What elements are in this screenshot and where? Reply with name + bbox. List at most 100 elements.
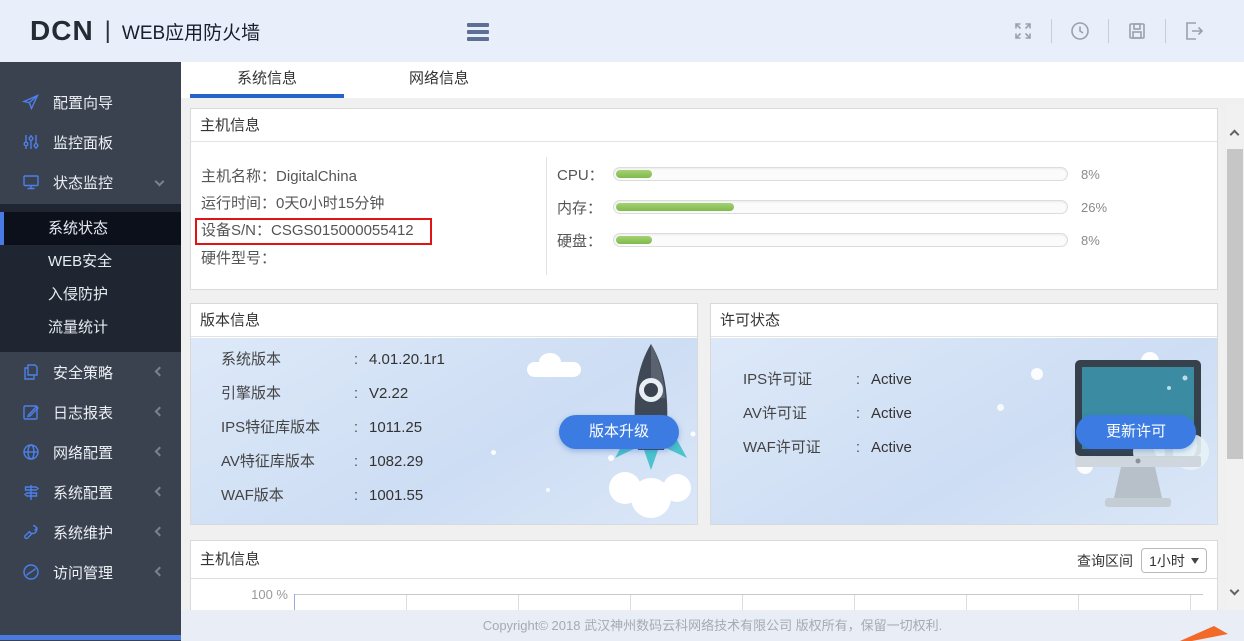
chevron-left-icon <box>155 367 165 377</box>
sidebar-item-log-report[interactable]: 日志报表 <box>0 392 181 432</box>
logout-icon[interactable] <box>1166 20 1222 42</box>
sidebar-item-label: 系统配置 <box>53 482 113 503</box>
sidebar-item-web-security[interactable]: WEB安全 <box>0 245 181 278</box>
sub-item-label: 流量统计 <box>48 319 108 336</box>
chevron-left-icon <box>155 407 165 417</box>
globe-icon <box>22 443 40 461</box>
footer: Copyright© 2018 武汉神州数码云科网络技术有限公司 版权所有，保留… <box>181 610 1244 641</box>
menu-toggle-icon[interactable] <box>467 23 489 44</box>
chevron-down-icon <box>155 177 165 187</box>
sidebar-item-system-maintenance[interactable]: 系统维护 <box>0 512 181 552</box>
decor-dot <box>546 488 550 492</box>
copyright-text: Copyright© 2018 武汉神州数码云科网络技术有限公司 版权所有，保留… <box>483 618 943 633</box>
sidebar-item-traffic-stats[interactable]: 流量统计 <box>0 311 181 344</box>
sidebar-item-security-policy[interactable]: 安全策略 <box>0 352 181 392</box>
version-panel-body: 系统版本:4.01.20.1r1 引擎版本:V2.22 IPS特征库版本:101… <box>191 338 697 524</box>
scroll-down-icon[interactable] <box>1230 586 1240 596</box>
vertical-scrollbar[interactable] <box>1226 105 1244 610</box>
ips-license-row: IPS许可证:Active <box>743 370 912 390</box>
scroll-up-icon[interactable] <box>1230 130 1240 140</box>
license-panel-body: IPS许可证:Active AV许可证:Active WAF许可证:Active… <box>711 338 1217 524</box>
sidebar-item-intrusion-prevention[interactable]: 入侵防护 <box>0 278 181 311</box>
device-sn-highlight-box: 设备S/N：CSGS015000055412 <box>195 218 432 245</box>
memory-progress-bar <box>613 200 1068 214</box>
decor-dot <box>997 404 1004 411</box>
disk-meter-row: 硬盘： 8% <box>557 230 1121 250</box>
tab-system-info[interactable]: 系统信息 <box>190 62 344 98</box>
sidebar-item-label: 访问管理 <box>53 562 113 583</box>
sidebar-item-config-wizard[interactable]: 配置向导 <box>0 82 181 122</box>
header: DCN | WEB应用防火墙 <box>0 0 1244 62</box>
paper-plane-icon <box>22 93 40 111</box>
edit-icon <box>22 403 40 421</box>
logo-separator: | <box>105 17 111 45</box>
sidebar-item-system-status[interactable]: 系统状态 <box>0 212 181 245</box>
sidebar-item-status-monitor[interactable]: 状态监控 <box>0 162 181 202</box>
version-info-panel: 版本信息 系统版本:4.01.20.1r1 引擎版本:V2.2 <box>190 303 698 525</box>
sidebar-bottom-accent <box>0 635 181 640</box>
tab-label: 网络信息 <box>409 70 469 87</box>
sidebar-item-network-config[interactable]: 网络配置 <box>0 432 181 472</box>
sub-item-label: WEB安全 <box>48 253 112 270</box>
page-title: WEB应用防火墙 <box>122 18 260 45</box>
waf-license-row: WAF许可证:Active <box>743 438 912 458</box>
sidebar-item-monitor-panel[interactable]: 监控面板 <box>0 122 181 162</box>
save-icon[interactable] <box>1109 20 1165 42</box>
panel-divider <box>546 157 547 275</box>
host-name-row: 主机名称：DigitalChina <box>201 167 432 187</box>
sidebar-item-label: 监控面板 <box>53 132 113 153</box>
brand: DCN | WEB应用防火墙 <box>30 0 260 62</box>
decor-dot <box>491 450 496 455</box>
cpu-progress-bar <box>613 167 1068 181</box>
chart-top-gridline <box>294 594 1203 595</box>
query-range-label: 查询区间 <box>1077 551 1133 571</box>
clock-icon[interactable] <box>1052 20 1108 42</box>
sidebar-item-label: 系统维护 <box>53 522 113 543</box>
fullscreen-icon[interactable] <box>995 20 1051 42</box>
av-signature-version-row: AV特征库版本:1082.29 <box>221 452 445 472</box>
monitor-icon <box>22 173 40 191</box>
host-fields: 主机名称：DigitalChina 运行时间：0天0小时15分钟 设备S/N：C… <box>201 167 432 276</box>
cpu-meter-row: CPU： 8% <box>557 164 1121 184</box>
panel-title: 主机信息 <box>191 541 1217 579</box>
waf-app-window: DCN | WEB应用防火墙 <box>0 0 1244 641</box>
uptime-row: 运行时间：0天0小时15分钟 <box>201 194 432 214</box>
tab-bar: 系统信息 网络信息 <box>181 62 1244 98</box>
chevron-down-icon <box>1191 558 1199 564</box>
license-status-panel: 许可状态 IPS许可 <box>710 303 1218 525</box>
sidebar-item-label: 网络配置 <box>53 442 113 463</box>
disk-progress-bar <box>613 233 1068 247</box>
sidebar-item-system-config[interactable]: 系统配置 <box>0 472 181 512</box>
cpu-percent: 8% <box>1081 167 1121 182</box>
chart-panel-header: 主机信息 查询区间 1小时 <box>191 541 1217 579</box>
chart-controls: 查询区间 1小时 <box>1077 548 1207 573</box>
block-icon <box>22 563 40 581</box>
version-rows: 系统版本:4.01.20.1r1 引擎版本:V2.22 IPS特征库版本:101… <box>221 350 445 520</box>
orange-ribbon-art <box>1180 626 1228 641</box>
av-license-row: AV许可证:Active <box>743 404 912 424</box>
sidebar-item-label: 配置向导 <box>53 92 113 113</box>
cloud-illustration <box>527 362 581 377</box>
sliders-icon <box>22 133 40 151</box>
range-select-dropdown[interactable]: 1小时 <box>1141 548 1207 573</box>
version-upgrade-button[interactable]: 版本升级 <box>559 415 679 449</box>
chevron-left-icon <box>155 487 165 497</box>
sidebar-item-label: 安全策略 <box>53 362 113 383</box>
sidebar-item-access-management[interactable]: 访问管理 <box>0 552 181 592</box>
disk-percent: 8% <box>1081 233 1121 248</box>
engine-version-row: 引擎版本:V2.22 <box>221 384 445 404</box>
dcn-logo: DCN <box>30 15 94 47</box>
host-info-panel: 主机信息 主机名称：DigitalChina 运行时间：0天0小时15分钟 设备… <box>190 108 1218 290</box>
scrollbar-thumb[interactable] <box>1227 149 1243 459</box>
update-license-button[interactable]: 更新许可 <box>1076 415 1196 449</box>
license-rows: IPS许可证:Active AV许可证:Active WAF许可证:Active <box>743 370 912 472</box>
decor-dot <box>1031 368 1043 380</box>
sub-item-label: 入侵防护 <box>48 286 108 303</box>
chevron-left-icon <box>155 567 165 577</box>
documents-icon <box>22 363 40 381</box>
waf-version-row: WAF版本:1001.55 <box>221 486 445 506</box>
sidebar-item-label: 日志报表 <box>53 402 113 423</box>
tab-network-info[interactable]: 网络信息 <box>362 62 516 98</box>
hardware-model-row: 硬件型号： <box>201 249 432 269</box>
resource-meters: CPU： 8% 内存： 26% 硬盘： 8% <box>557 164 1121 263</box>
